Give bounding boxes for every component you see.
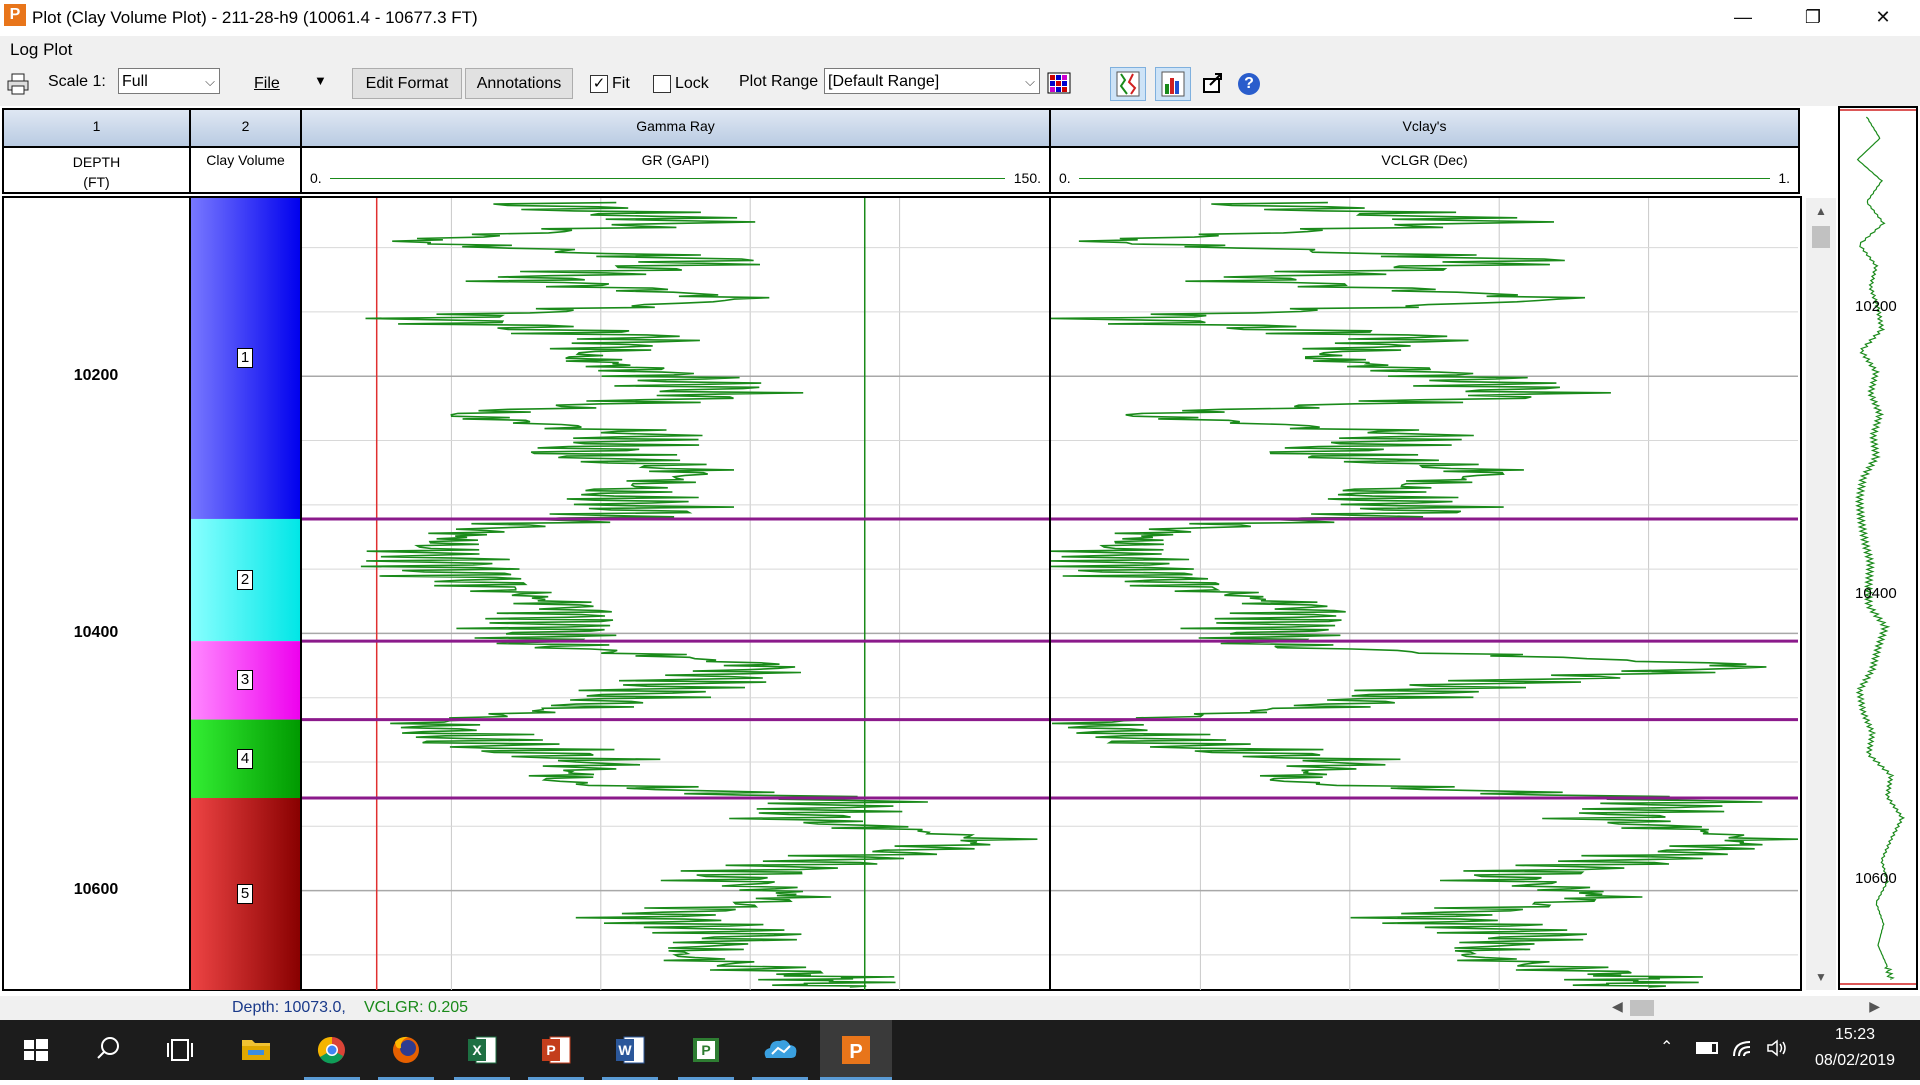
overview-depth-label: 10200 — [1855, 298, 1897, 315]
word-icon[interactable]: W — [594, 1020, 666, 1080]
excel-icon[interactable]: X — [446, 1020, 518, 1080]
search-icon[interactable] — [72, 1020, 144, 1080]
scroll-down-icon[interactable]: ▼ — [1815, 970, 1827, 984]
zone-label: 1 — [237, 348, 253, 369]
scroll-left-icon[interactable]: ◀ — [1612, 998, 1623, 1015]
zone-label: 4 — [237, 748, 253, 769]
svg-text:P: P — [849, 1041, 862, 1063]
cloud-app-icon[interactable] — [744, 1020, 816, 1080]
clock-time[interactable]: 15:23 — [1800, 1026, 1910, 1044]
start-button[interactable] — [0, 1020, 72, 1080]
firefox-icon[interactable] — [370, 1020, 442, 1080]
show-hidden-icons-icon[interactable]: ⌃ — [1660, 1037, 1673, 1057]
status-vclgr: VCLGR: 0.205 — [364, 999, 469, 1016]
zone-label: 5 — [237, 884, 253, 904]
svg-text:P: P — [546, 1042, 555, 1058]
file-explorer-icon[interactable] — [220, 1020, 292, 1080]
horizontal-scrollbar[interactable]: ◀ ▶ — [1604, 998, 1884, 1018]
volume-icon[interactable] — [1766, 1038, 1790, 1063]
overview-curve — [1840, 109, 1916, 985]
scroll-up-icon[interactable]: ▲ — [1815, 204, 1827, 218]
overview-gr-curve — [1854, 116, 1906, 980]
battery-icon[interactable] — [1696, 1042, 1718, 1054]
clay-volume-zones — [191, 198, 301, 990]
project-app-icon[interactable]: P — [670, 1020, 742, 1080]
scroll-thumb[interactable] — [1812, 226, 1830, 248]
overview-depth-label: 10600 — [1855, 870, 1897, 887]
zone-label: 2 — [237, 570, 253, 591]
zone-label: 3 — [237, 670, 253, 691]
task-view-icon[interactable] — [144, 1020, 216, 1080]
svg-text:P: P — [701, 1042, 710, 1058]
log-tracks-chart[interactable] — [0, 0, 1920, 1000]
scroll-right-icon[interactable]: ▶ — [1869, 998, 1880, 1015]
vclgr-curve — [1050, 201, 1799, 988]
gr-curve — [360, 201, 1038, 988]
clock-date[interactable]: 08/02/2019 — [1800, 1052, 1910, 1070]
vertical-scrollbar[interactable]: ▲ ▼ — [1806, 198, 1836, 990]
overview-depth-label: 10400 — [1855, 585, 1897, 602]
log-curves — [360, 201, 1799, 988]
status-depth: Depth: 10073.0, — [232, 999, 346, 1016]
gamma-ray-grid — [302, 198, 1049, 990]
svg-text:W: W — [618, 1042, 632, 1058]
scroll-thumb[interactable] — [1630, 1000, 1654, 1016]
chrome-icon[interactable] — [296, 1020, 368, 1080]
interactive-petrophysics-icon[interactable]: P — [820, 1020, 892, 1080]
wifi-icon[interactable] — [1732, 1038, 1754, 1063]
powerpoint-icon[interactable]: P — [520, 1020, 592, 1080]
svg-text:X: X — [472, 1042, 482, 1058]
